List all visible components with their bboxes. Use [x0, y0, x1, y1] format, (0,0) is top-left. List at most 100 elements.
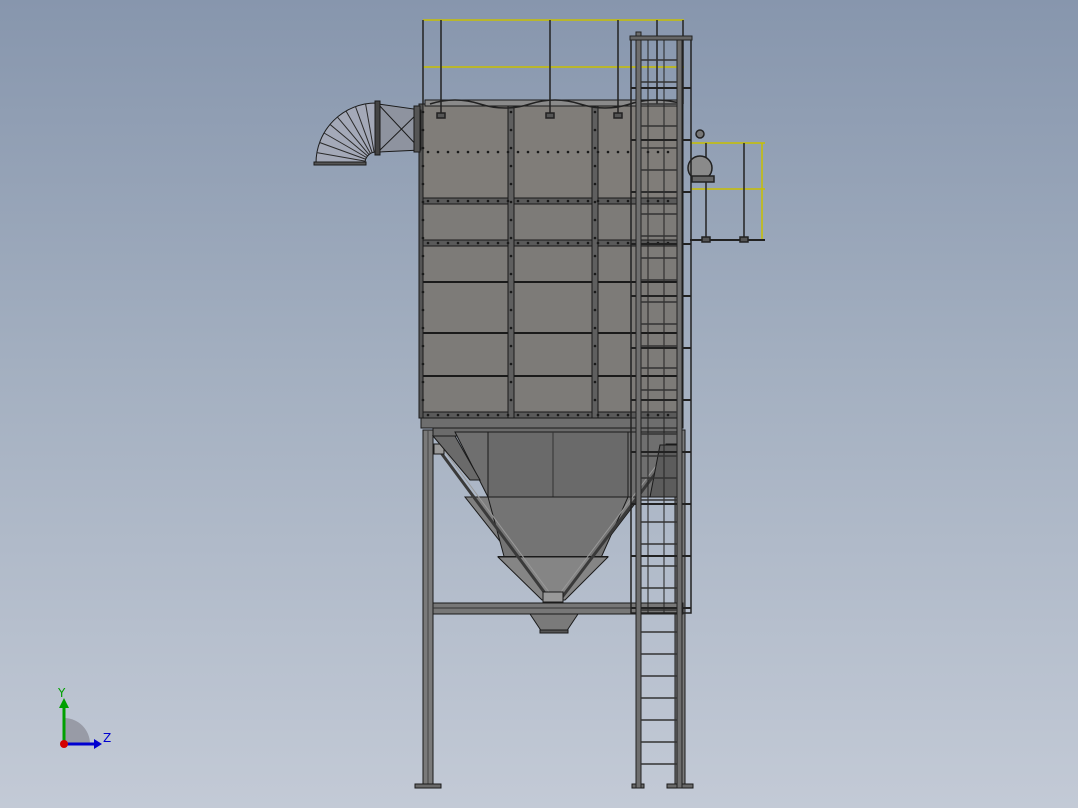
- bolt: [421, 128, 425, 132]
- bolt: [456, 199, 460, 203]
- bolt: [466, 413, 470, 417]
- bolt: [606, 199, 610, 203]
- inlet-duct: [313, 100, 422, 166]
- side-platform: [687, 129, 765, 243]
- bolt: [516, 241, 520, 245]
- bolt: [626, 241, 630, 245]
- bolt: [496, 241, 500, 245]
- coordinate-triad: Y Z: [50, 684, 120, 754]
- bolt: [496, 150, 500, 154]
- graphics-viewport[interactable]: Y Z: [0, 0, 1078, 808]
- bolt: [509, 362, 513, 366]
- bolt: [456, 413, 460, 417]
- bolt: [446, 150, 450, 154]
- bolt: [536, 241, 540, 245]
- bolt: [593, 326, 597, 330]
- bolt: [626, 150, 630, 154]
- bolt: [509, 182, 513, 186]
- bolt: [476, 413, 480, 417]
- bolt: [426, 413, 430, 417]
- bolt: [466, 199, 470, 203]
- bolt: [486, 150, 490, 154]
- bolt: [666, 199, 670, 203]
- bolt: [596, 199, 600, 203]
- bolt: [616, 413, 620, 417]
- bolt: [593, 272, 597, 276]
- bolt: [593, 380, 597, 384]
- bolt: [586, 241, 590, 245]
- bolt: [509, 398, 513, 402]
- bolt: [576, 199, 580, 203]
- bolt: [536, 150, 540, 154]
- bolt: [421, 380, 425, 384]
- bolt: [509, 254, 513, 258]
- bolt: [506, 241, 510, 245]
- bolt: [446, 413, 450, 417]
- bolt: [466, 150, 470, 154]
- bolt: [421, 146, 425, 150]
- bolt: [666, 150, 670, 154]
- bolt: [509, 218, 513, 222]
- bolt: [593, 236, 597, 240]
- bolt: [626, 199, 630, 203]
- bolt: [586, 413, 590, 417]
- bolt: [509, 110, 513, 114]
- bolt: [596, 241, 600, 245]
- bolt: [536, 413, 540, 417]
- bolt: [536, 199, 540, 203]
- bolt: [421, 290, 425, 294]
- dust-collector-model[interactable]: [0, 0, 1078, 808]
- z-axis-label: Z: [103, 731, 112, 745]
- collector-body: [418, 99, 684, 429]
- bolt: [509, 380, 513, 384]
- bolt: [606, 150, 610, 154]
- bolt: [606, 241, 610, 245]
- bolt: [616, 241, 620, 245]
- bolt: [593, 308, 597, 312]
- bolt: [509, 290, 513, 294]
- bolt: [546, 241, 550, 245]
- bolt: [426, 199, 430, 203]
- bolt: [456, 241, 460, 245]
- bolt: [421, 110, 425, 114]
- bolt: [516, 199, 520, 203]
- bolt: [656, 199, 660, 203]
- bolt: [556, 199, 560, 203]
- bolt: [593, 290, 597, 294]
- bolt: [593, 164, 597, 168]
- bolt: [546, 199, 550, 203]
- bolt: [496, 413, 500, 417]
- bolt: [593, 200, 597, 204]
- bolt: [421, 272, 425, 276]
- bolt: [596, 413, 600, 417]
- bolt: [476, 150, 480, 154]
- bolt: [566, 199, 570, 203]
- bolt: [616, 150, 620, 154]
- bolt: [526, 150, 530, 154]
- bolt: [436, 150, 440, 154]
- bolt: [596, 150, 600, 154]
- bolt: [593, 254, 597, 258]
- bolt: [576, 241, 580, 245]
- bolt: [466, 241, 470, 245]
- bolt: [593, 218, 597, 222]
- bolt: [426, 150, 430, 154]
- bolt: [421, 236, 425, 240]
- bolt: [446, 241, 450, 245]
- bolt: [566, 150, 570, 154]
- bolt: [616, 199, 620, 203]
- bolt: [586, 199, 590, 203]
- bolt: [506, 199, 510, 203]
- bolt: [593, 344, 597, 348]
- bolt: [509, 200, 513, 204]
- bolt: [421, 308, 425, 312]
- bolt: [593, 362, 597, 366]
- bolt: [426, 241, 430, 245]
- bolt: [436, 413, 440, 417]
- bolt: [421, 200, 425, 204]
- bolt: [506, 413, 510, 417]
- bolt: [421, 182, 425, 186]
- bolt: [421, 344, 425, 348]
- bolt: [586, 150, 590, 154]
- bolt: [526, 241, 530, 245]
